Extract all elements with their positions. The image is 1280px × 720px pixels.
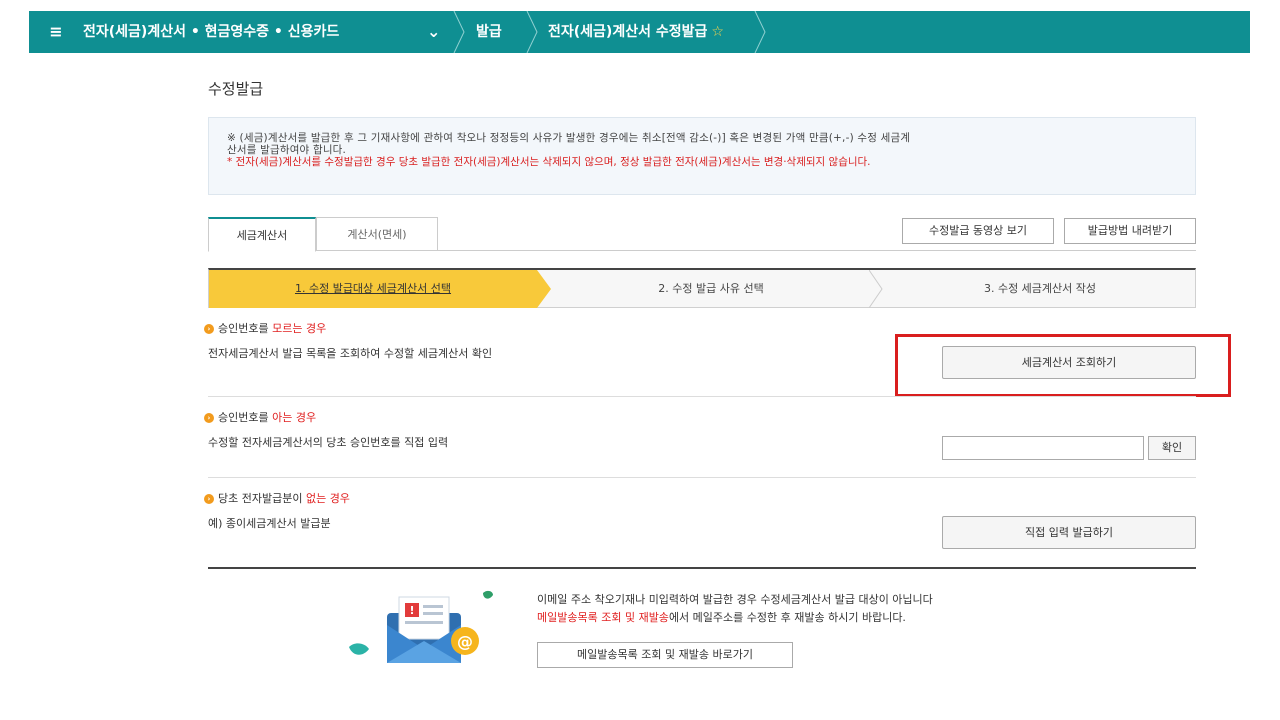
- category-breadcrumb[interactable]: 전자(세금)계산서 • 현금영수증 • 신용카드: [83, 11, 339, 53]
- title-highlight: 없는 경우: [305, 492, 350, 505]
- top-nav-bar: ≡ 전자(세금)계산서 • 현금영수증 • 신용카드 ⌄ 발급 전자(세금)계산…: [29, 11, 1250, 53]
- title-prefix: 승인번호를: [218, 322, 273, 335]
- step-indicator: 1. 수정 발급대상 세금계산서 선택 2. 수정 발급 사유 선택 3. 수정…: [208, 268, 1196, 308]
- divider: [208, 396, 1196, 397]
- svg-text:!: !: [409, 604, 414, 617]
- watch-video-button[interactable]: 수정발급 동영상 보기: [902, 218, 1054, 244]
- step-1: 1. 수정 발급대상 세금계산서 선택: [209, 270, 537, 308]
- download-guide-button[interactable]: 발급방법 내려받기: [1064, 218, 1196, 244]
- step-3: 3. 수정 세금계산서 작성: [983, 282, 1097, 295]
- breadcrumb-issue[interactable]: 발급: [476, 11, 502, 53]
- email-envelope-icon: ! @: [349, 590, 493, 663]
- breadcrumb-separator-icon: [526, 11, 538, 53]
- tab-bar: 세금계산서 계산서(면세) 수정발급 동영상 보기 발급방법 내려받기: [208, 217, 1196, 252]
- page-title: 수정발급: [208, 80, 264, 98]
- mail-info-line-2: 메일발송목록 조회 및 재발송에서 메일주소를 수정한 후 재발송 하시기 바랍…: [537, 609, 906, 625]
- arrow-bullet-icon: ›: [204, 324, 214, 334]
- direct-input-issue-button[interactable]: 직접 입력 발급하기: [942, 516, 1196, 549]
- section-title: › 당초 전자발급분이 없는 경우: [204, 491, 1196, 507]
- approval-number-input[interactable]: [942, 436, 1144, 460]
- step-arrow: [537, 270, 551, 308]
- breadcrumb-separator-icon: [453, 11, 465, 53]
- tab-tax-invoice[interactable]: 세금계산서: [208, 217, 316, 252]
- menu-icon[interactable]: ≡: [41, 21, 71, 43]
- step-2: 2. 수정 발급 사유 선택: [658, 282, 764, 295]
- confirm-button[interactable]: 확인: [1148, 436, 1196, 460]
- title-prefix: 승인번호를: [218, 411, 273, 424]
- breadcrumb-separator-icon: [754, 11, 766, 53]
- title-highlight: 아는 경우: [272, 411, 317, 424]
- arrow-bullet-icon: ›: [204, 494, 214, 504]
- notice-line-1: ※ (세금)계산서를 발급한 후 그 기재사항에 관하여 착오나 정정등의 사유…: [227, 132, 911, 144]
- arrow-bullet-icon: ›: [204, 413, 214, 423]
- mail-info-rest: 에서 메일주소를 수정한 후 재발송 하시기 바랍니다.: [668, 611, 906, 624]
- step-separator-icon: [869, 270, 883, 308]
- highlight-box: [895, 334, 1231, 397]
- notice-box: ※ (세금)계산서를 발급한 후 그 기재사항에 관하여 착오나 정정등의 사유…: [208, 117, 1196, 195]
- mail-info-line-1: 이메일 주소 착오기재나 미입력하여 발급한 경우 수정세금계산서 발급 대상이…: [537, 593, 933, 606]
- notice-line-3: * 전자(세금)계산서를 수정발급한 경우 당초 발급한 전자(세금)계산서는 …: [227, 156, 871, 168]
- divider: [208, 567, 1196, 569]
- title-prefix: 당초 전자발급분이: [218, 492, 306, 505]
- title-highlight: 모르는 경우: [272, 322, 327, 335]
- chevron-down-icon[interactable]: ⌄: [427, 11, 440, 53]
- divider: [208, 477, 1196, 478]
- section-title: › 승인번호를 아는 경우: [204, 410, 1196, 426]
- tab-invoice-tax-exempt[interactable]: 계산서(면세): [316, 217, 438, 251]
- svg-text:@: @: [457, 632, 473, 651]
- mail-list-link[interactable]: 메일발송목록 조회 및 재발송: [537, 611, 669, 624]
- breadcrumb-current-page: 전자(세금)계산서 수정발급 ☆: [548, 11, 724, 53]
- page-name: 전자(세금)계산서 수정발급: [548, 24, 708, 40]
- notice-line-2: 산서를 발급하여야 합니다.: [227, 144, 347, 156]
- mail-resend-shortcut-button[interactable]: 메일발송목록 조회 및 재발송 바로가기: [537, 642, 793, 668]
- favorite-star-icon[interactable]: ☆: [711, 24, 724, 40]
